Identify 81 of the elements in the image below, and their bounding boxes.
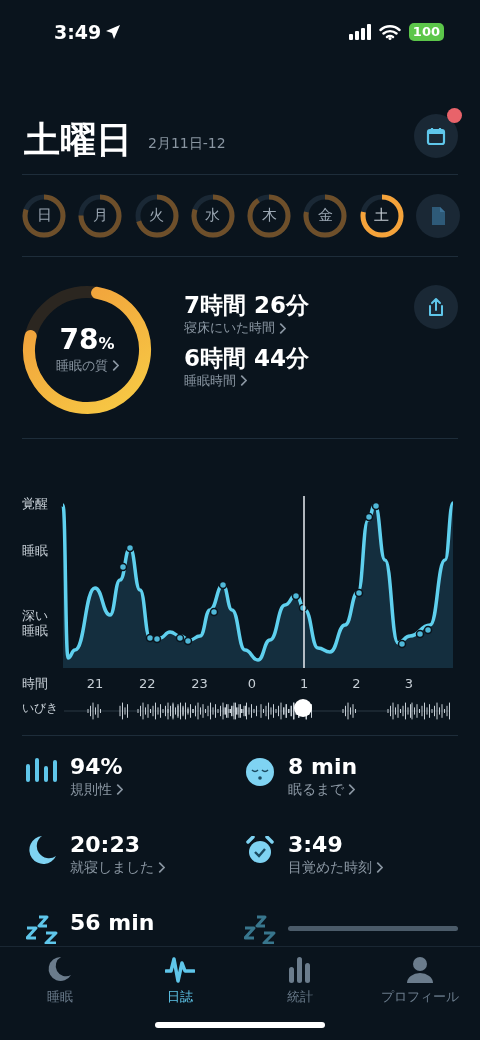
calendar-button[interactable] <box>414 114 458 158</box>
zzz-icon <box>244 914 276 944</box>
date-range: 2月11日-12 <box>148 134 226 153</box>
stat-value: 94% <box>70 754 123 780</box>
stat-label[interactable]: 規則性 <box>70 779 112 801</box>
data-point <box>152 634 162 644</box>
wave-icon <box>165 955 195 985</box>
person-icon <box>405 955 435 985</box>
axis-tick: 1 <box>300 675 309 693</box>
data-point <box>423 625 433 635</box>
axis-tick: 3 <box>404 675 413 693</box>
data-point <box>183 636 193 646</box>
stat-value: 20:23 <box>70 832 142 858</box>
share-button[interactable] <box>414 285 458 329</box>
alarm-clock-icon <box>246 836 274 864</box>
data-point <box>218 580 228 590</box>
quality-label[interactable]: 睡眠の質 <box>55 355 108 376</box>
axis-label: 深い睡眠 <box>22 608 49 639</box>
chevron-icon <box>348 784 355 796</box>
duration-label[interactable]: 睡眠時間 <box>184 371 236 391</box>
day-ring[interactable]: 日 <box>22 193 66 238</box>
moon-icon <box>28 836 56 864</box>
tab-item[interactable]: 睡眠 <box>0 947 120 1040</box>
day-title: 土曜日 <box>24 122 132 158</box>
axis-label: 時間 <box>22 675 49 694</box>
day-ring[interactable]: 月 <box>78 193 123 238</box>
data-point <box>371 501 381 511</box>
wifi-icon <box>378 24 401 40</box>
tab-item[interactable]: プロフィール <box>360 947 480 1040</box>
bar-chart-icon <box>26 758 58 784</box>
playback-thumb[interactable] <box>294 699 313 717</box>
chevron-icon <box>111 359 119 371</box>
tab-item[interactable]: 日誌 <box>120 947 240 1040</box>
sleeping-face-icon <box>246 758 274 786</box>
duration-value: 7時間 26分 <box>184 293 311 319</box>
data-point <box>125 543 135 553</box>
axis-tick: 0 <box>247 675 257 693</box>
chevron-icon <box>240 375 247 387</box>
tab-item[interactable]: 統計 <box>240 947 360 1040</box>
axis-tick: 21 <box>86 675 104 693</box>
stat-label[interactable]: 眠るまで <box>288 779 344 801</box>
stat-value: 8 min <box>288 754 358 780</box>
stat-value: 3:49 <box>288 832 344 858</box>
snore-label: いびき <box>22 700 59 717</box>
location-arrow-icon <box>105 24 122 40</box>
axis-tick: 2 <box>352 675 361 693</box>
day-ring[interactable]: 水 <box>190 193 235 238</box>
stat-label[interactable]: 目覚めた時刻 <box>288 857 372 879</box>
day-ring[interactable]: 木 <box>247 193 292 238</box>
axis-tick: 23 <box>191 675 208 693</box>
duration-value: 6時間 44分 <box>184 345 311 372</box>
clock-time: 3:49 <box>54 19 102 45</box>
data-point <box>354 588 364 598</box>
chevron-icon <box>376 862 383 874</box>
chevron-icon <box>279 322 286 334</box>
axis-label: 覚醒 <box>22 497 49 512</box>
share-icon <box>426 297 446 317</box>
data-point <box>291 591 301 601</box>
signal-icon <box>348 24 371 40</box>
data-point <box>415 629 425 639</box>
quality-percent: 78% <box>59 324 115 356</box>
data-point <box>298 603 308 613</box>
chevron-icon <box>158 862 165 874</box>
axis-tick: 22 <box>139 675 156 693</box>
stat-label[interactable]: 就寝しました <box>70 857 154 879</box>
day-ring[interactable]: 土 <box>359 193 404 238</box>
axis-label: 睡眠 <box>22 543 49 559</box>
day-ring[interactable]: 火 <box>134 193 179 238</box>
data-point <box>118 562 128 572</box>
data-point <box>364 512 374 522</box>
chevron-icon <box>116 784 123 796</box>
sleep-quality-ring[interactable]: 78% 睡眠の質 <box>22 285 152 415</box>
stat-value: 56 min <box>70 910 155 936</box>
calendar-icon <box>426 126 446 146</box>
data-point <box>397 639 407 649</box>
battery-indicator: 100 <box>408 23 444 41</box>
data-point <box>209 607 219 617</box>
data-point <box>175 633 185 643</box>
duration-label[interactable]: 寝床にいた時間 <box>184 318 275 338</box>
zzz-icon <box>26 914 58 944</box>
day-ring[interactable]: 金 <box>303 193 348 238</box>
